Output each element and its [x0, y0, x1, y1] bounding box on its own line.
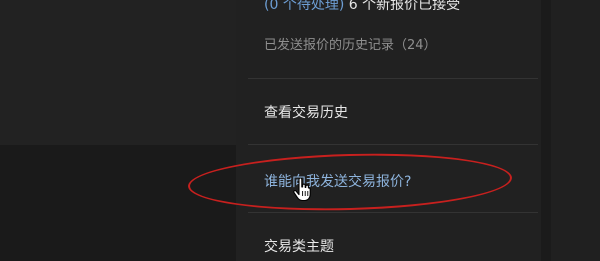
left-lower-panel — [0, 145, 236, 261]
left-content-panel — [0, 0, 236, 145]
trade-offers-page: (0 个待处理) 6 个新报价已接受 已发送报价的历史记录（24） 查看交易历史… — [0, 0, 600, 261]
divider — [248, 78, 538, 79]
hand-pointer-icon — [293, 178, 311, 202]
divider — [248, 144, 538, 145]
right-edge-panel — [551, 0, 600, 261]
new-offers-accepted-link[interactable]: 6 个新报价已接受 — [349, 0, 460, 13]
sent-offers-history-link[interactable]: 已发送报价的历史记录（24） — [264, 36, 437, 56]
incoming-offers-summary: (0 个待处理) 6 个新报价已接受 — [264, 0, 460, 15]
trade-topics-link[interactable]: 交易类主题 — [264, 237, 334, 257]
view-trade-history-link[interactable]: 查看交易历史 — [264, 103, 348, 123]
divider — [248, 212, 538, 213]
pending-offers-link[interactable]: (0 个待处理) — [264, 0, 344, 13]
who-can-send-offers-link[interactable]: 谁能向我发送交易报价? — [264, 172, 411, 192]
